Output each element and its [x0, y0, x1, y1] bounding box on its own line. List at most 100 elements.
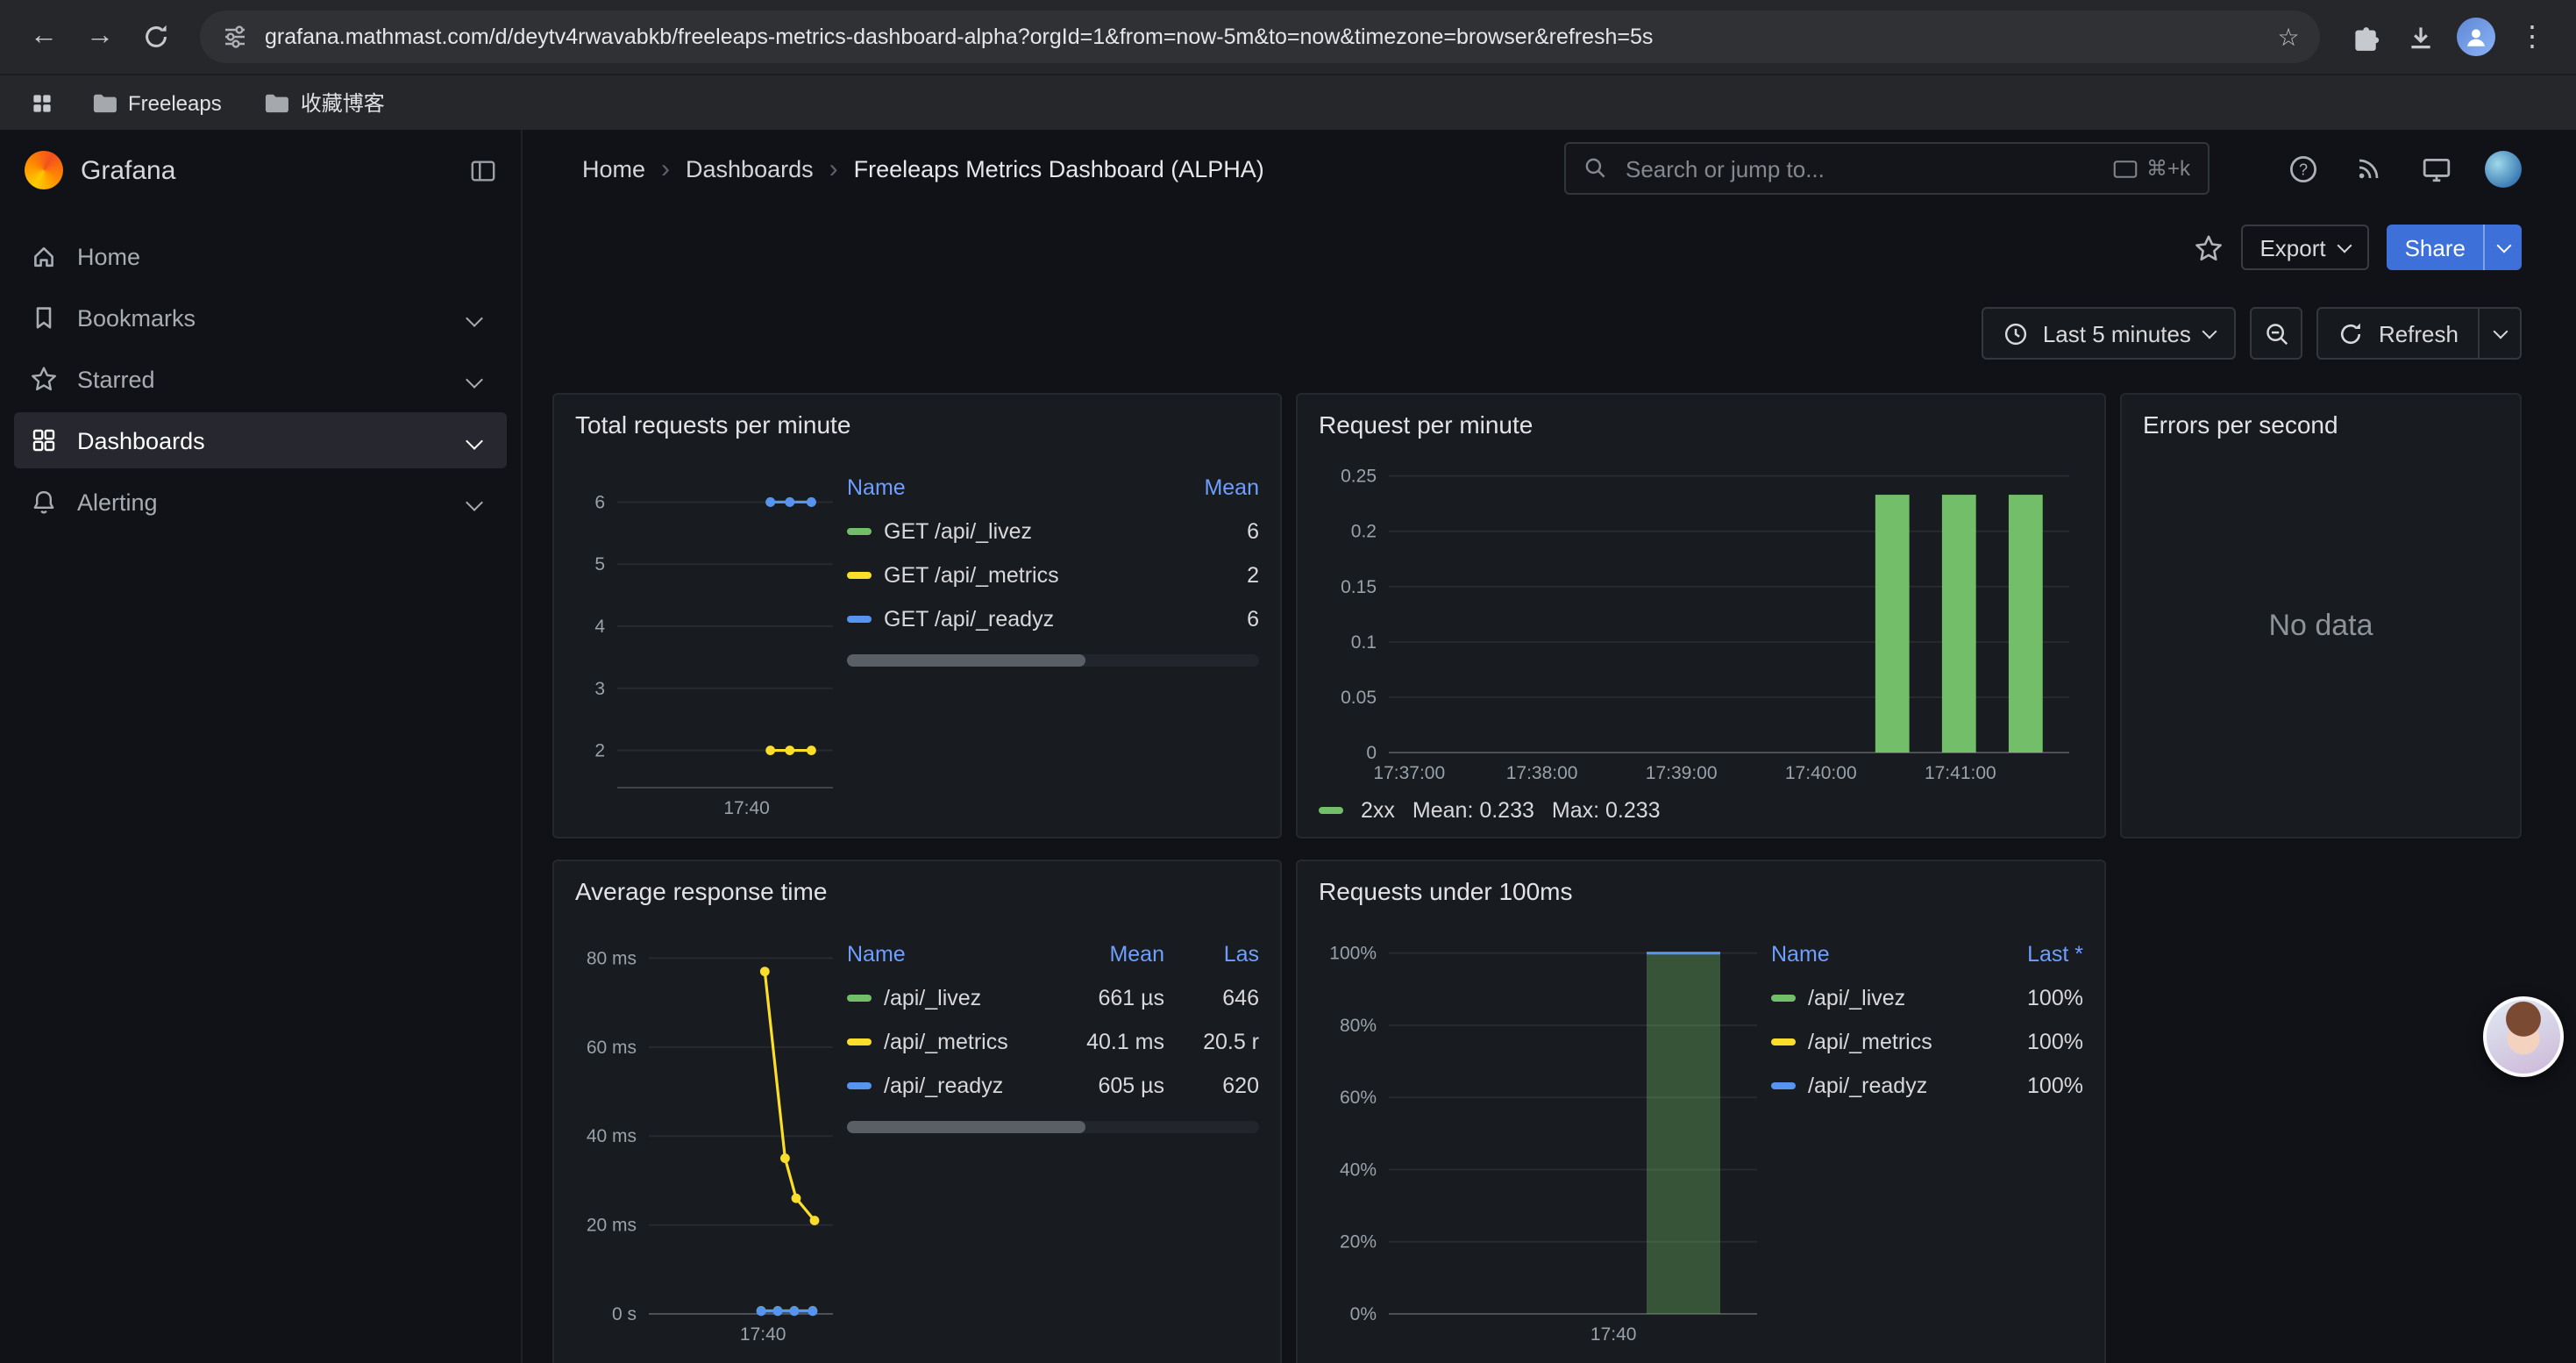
panel-title[interactable]: Errors per second — [2143, 409, 2499, 440]
breadcrumb-home[interactable]: Home — [582, 155, 645, 182]
legend-row[interactable]: /api/_metrics100% — [1771, 1019, 2083, 1063]
breadcrumb-current: Freeleaps Metrics Dashboard (ALPHA) — [854, 155, 1264, 182]
series-legend[interactable]: 2xx Mean: 0.233 Max: 0.233 — [1319, 798, 2083, 823]
chevron-down-icon[interactable] — [466, 493, 483, 510]
series-mean: Mean: 0.233 — [1413, 798, 1534, 823]
legend-header[interactable]: NameLast * — [1771, 931, 2083, 975]
user-menu-button[interactable] — [2483, 149, 2522, 188]
kiosk-mode-button[interactable] — [2416, 149, 2455, 188]
legend-row[interactable]: /api/_livez100% — [1771, 975, 2083, 1019]
legend-header[interactable]: NameMean — [847, 465, 1259, 509]
bookmark-star-icon[interactable]: ☆ — [2267, 16, 2309, 58]
avg-response-time-chart[interactable]: 0 s20 ms40 ms60 ms80 ms17:40 — [575, 914, 847, 1345]
legend-table[interactable]: NameLast * /api/_livez100% /api/_metrics… — [1771, 931, 2083, 1345]
legend-row[interactable]: /api/_livez661 µs646 — [847, 975, 1259, 1019]
refresh-button[interactable]: Refresh — [2317, 307, 2480, 360]
profile-button[interactable] — [2450, 11, 2502, 63]
svg-text:17:39:00: 17:39:00 — [1646, 763, 1718, 783]
screen: ← → grafana.mathmast.com/d/deytv4rwavabk… — [0, 0, 2576, 1363]
site-info-icon[interactable] — [221, 23, 249, 51]
svg-text:17:38:00: 17:38:00 — [1506, 763, 1578, 783]
grafana-app: Grafana Home — [0, 130, 2576, 1363]
svg-text:80%: 80% — [1340, 1016, 1377, 1036]
share-button[interactable]: Share — [2387, 225, 2483, 270]
legend-row[interactable]: /api/_readyz605 µs620 — [847, 1063, 1259, 1107]
sidebar-item-home[interactable]: Home — [14, 228, 507, 284]
clock-icon — [2003, 320, 2029, 346]
refresh-interval-button[interactable] — [2480, 307, 2522, 360]
help-button[interactable]: ? — [2283, 149, 2322, 188]
time-range-picker[interactable]: Last 5 minutes — [1982, 307, 2237, 360]
url-text[interactable]: grafana.mathmast.com/d/deytv4rwavabkb/fr… — [265, 25, 2252, 49]
forward-button[interactable]: → — [74, 11, 126, 63]
floating-assistant-avatar[interactable] — [2483, 996, 2564, 1077]
reload-icon — [142, 23, 170, 51]
panel-total-requests-per-minute: Total requests per minute 6543217:40 Nam… — [552, 393, 1282, 838]
breadcrumb-dashboards[interactable]: Dashboards — [686, 155, 814, 182]
news-button[interactable] — [2350, 149, 2388, 188]
browser-menu-button[interactable]: ⋮ — [2506, 11, 2558, 63]
bookmark-folder-blogs[interactable]: 收藏博客 — [250, 82, 399, 123]
svg-text:0.1: 0.1 — [1351, 632, 1377, 653]
extensions-button[interactable] — [2338, 11, 2390, 63]
svg-text:5: 5 — [594, 554, 605, 574]
svg-text:4: 4 — [594, 617, 605, 637]
sidebar-item-label: Home — [77, 243, 140, 269]
folder-icon — [91, 91, 117, 114]
no-data-message: No data — [2143, 440, 2499, 812]
dashboard-actions: Export Share — [2193, 223, 2522, 272]
chevron-down-icon[interactable] — [466, 309, 483, 326]
apps-grid-button[interactable] — [21, 82, 63, 124]
total-requests-chart[interactable]: 6543217:40 — [575, 447, 847, 819]
legend-row[interactable]: GET /api/_metrics2 — [847, 553, 1259, 596]
bookmark-label: 收藏博客 — [301, 88, 385, 118]
export-button[interactable]: Export — [2240, 225, 2369, 270]
sidebar-item-bookmarks[interactable]: Bookmarks — [14, 289, 507, 346]
sidebar-item-alerting[interactable]: Alerting — [14, 474, 507, 530]
svg-text:40 ms: 40 ms — [587, 1126, 637, 1146]
panel-title[interactable]: Requests under 100ms — [1319, 875, 2083, 907]
browser-toolbar: ← → grafana.mathmast.com/d/deytv4rwavabk… — [0, 0, 2576, 74]
legend-row[interactable]: /api/_metrics40.1 ms20.5 r — [847, 1019, 1259, 1063]
search-shortcut: ⌘+k — [2113, 156, 2190, 181]
back-button[interactable]: ← — [18, 11, 70, 63]
refresh-label: Refresh — [2379, 320, 2459, 346]
chevron-down-icon[interactable] — [466, 370, 483, 388]
request-per-minute-chart[interactable]: 00.050.10.150.20.2517:37:0017:38:0017:39… — [1319, 447, 2083, 784]
panel-title[interactable]: Request per minute — [1319, 409, 2083, 440]
grafana-logo[interactable] — [25, 151, 63, 189]
breadcrumb-separator: › — [829, 153, 838, 183]
search-box[interactable]: ⌘+k — [1564, 142, 2210, 195]
legend-scrollbar[interactable] — [847, 654, 1259, 667]
svg-text:17:40: 17:40 — [723, 798, 770, 818]
chart-svg: 00.050.10.150.20.2517:37:0017:38:0017:39… — [1319, 447, 2083, 784]
sidebar-item-dashboards[interactable]: Dashboards — [14, 412, 507, 468]
legend-row[interactable]: /api/_readyz100% — [1771, 1063, 2083, 1107]
under-100ms-chart[interactable]: 0%20%40%60%80%100%17:40 — [1319, 914, 1771, 1345]
chevron-down-icon[interactable] — [466, 432, 483, 449]
legend-scrollbar[interactable] — [847, 1121, 1259, 1133]
legend-row[interactable]: GET /api/_livez6 — [847, 509, 1259, 553]
panel-title[interactable]: Average response time — [575, 875, 1259, 907]
series-swatch — [1319, 807, 1343, 814]
address-bar[interactable]: grafana.mathmast.com/d/deytv4rwavabkb/fr… — [200, 11, 2320, 63]
sidebar-collapse-button[interactable] — [470, 157, 496, 183]
series-name[interactable]: 2xx — [1361, 798, 1395, 823]
zoom-out-button[interactable] — [2251, 307, 2303, 360]
legend-table[interactable]: NameMeanLas /api/_livez661 µs646 /api/_m… — [847, 931, 1259, 1345]
downloads-button[interactable] — [2394, 11, 2446, 63]
sidebar-item-label: Alerting — [77, 489, 158, 515]
legend-row[interactable]: GET /api/_readyz6 — [847, 596, 1259, 640]
bookmark-folder-freeleaps[interactable]: Freeleaps — [77, 85, 236, 120]
favorite-dashboard-button[interactable] — [2193, 232, 2223, 262]
panel-title[interactable]: Total requests per minute — [575, 409, 1259, 440]
sidebar-item-label: Bookmarks — [77, 304, 196, 331]
legend-table[interactable]: NameMean GET /api/_livez6 GET /api/_metr… — [847, 465, 1259, 819]
reload-button[interactable] — [130, 11, 182, 63]
svg-text:0.15: 0.15 — [1341, 577, 1377, 597]
breadcrumb-separator: › — [661, 153, 670, 183]
sidebar-item-starred[interactable]: Starred — [14, 351, 507, 407]
share-menu-button[interactable] — [2483, 225, 2522, 270]
legend-header[interactable]: NameMeanLas — [847, 931, 1259, 975]
search-input[interactable] — [1622, 153, 2099, 183]
